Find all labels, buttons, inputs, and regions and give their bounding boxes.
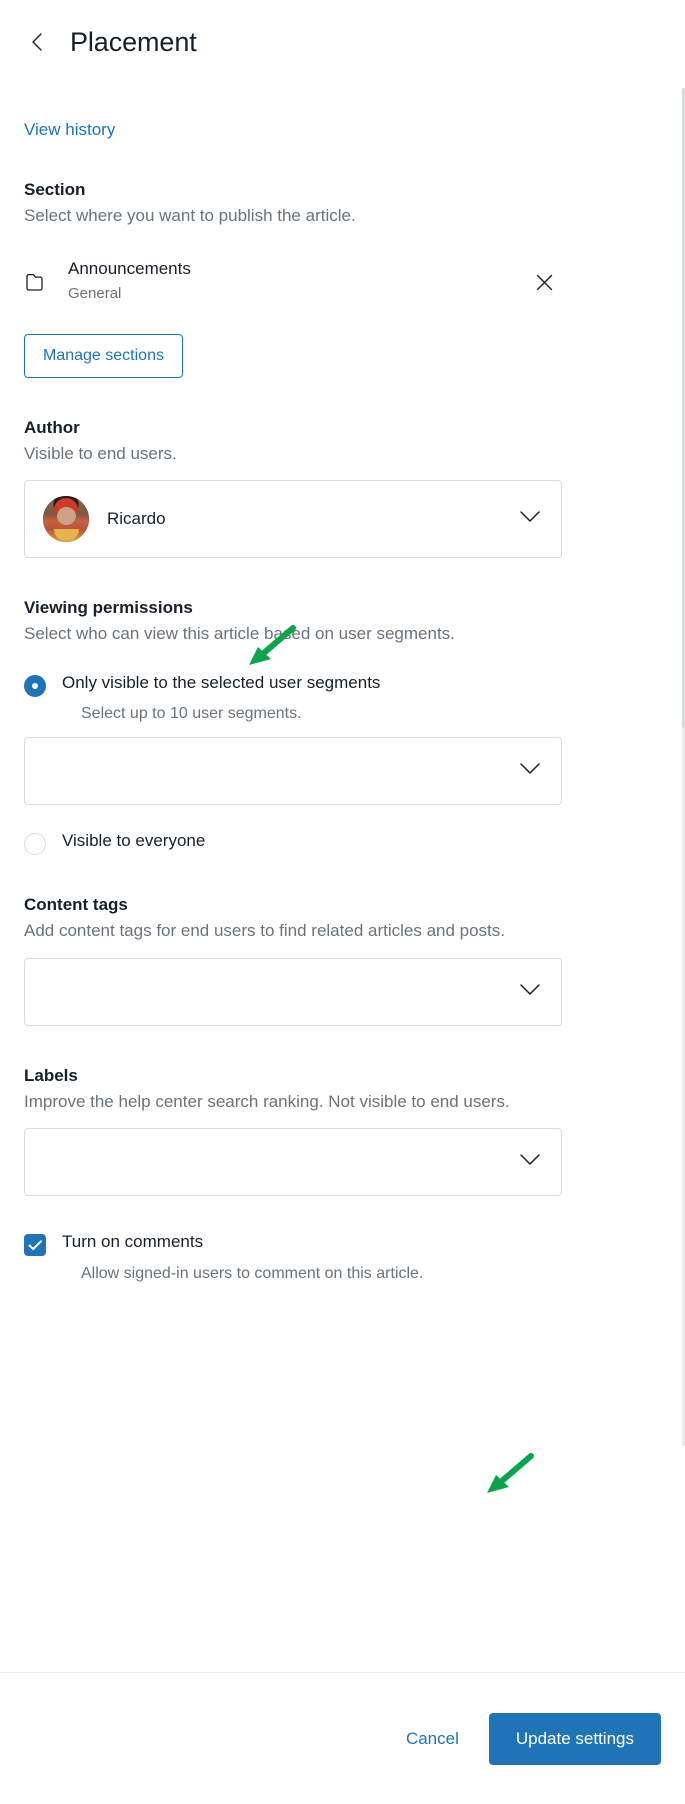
cancel-button[interactable]: Cancel	[400, 1721, 465, 1757]
chevron-down-icon	[519, 983, 541, 1001]
checkmark-icon[interactable]	[24, 1234, 46, 1257]
content-tags-heading: Content tags	[24, 894, 128, 914]
radio-selected-icon[interactable]	[24, 674, 46, 697]
user-segments-select[interactable]	[24, 736, 562, 805]
content-tags-select[interactable]	[24, 957, 562, 1026]
manage-sections-button[interactable]: Manage sections	[24, 333, 183, 378]
turn-on-comments-checkbox-row[interactable]: Turn on comments	[24, 1232, 661, 1257]
author-select[interactable]: Ricardo	[24, 480, 562, 559]
section-name: Announcements	[68, 258, 191, 278]
folder-icon	[24, 273, 50, 292]
section-text-block: Announcements General	[68, 259, 530, 302]
radio-visible-everyone-label: Visible to everyone	[62, 830, 206, 850]
chevron-down-icon	[519, 762, 541, 780]
section-description: Select where you want to publish the art…	[24, 206, 356, 225]
settings-scroll-region: View history Section Select where you wa…	[0, 88, 685, 1446]
placement-settings-panel: Placement View history Section Select wh…	[0, 0, 685, 1804]
turn-on-comments-hint: Allow signed-in users to comment on this…	[81, 1265, 424, 1283]
turn-on-comments-label: Turn on comments	[62, 1232, 204, 1252]
viewing-permissions-heading: Viewing permissions	[24, 598, 193, 618]
chevron-down-icon	[519, 1153, 541, 1171]
section-parent: General	[68, 284, 122, 302]
radio-unselected-icon[interactable]	[24, 832, 46, 855]
labels-description: Improve the help center search ranking. …	[24, 1091, 510, 1111]
green-arrow-icon	[487, 1453, 534, 1493]
view-history-link[interactable]: View history	[24, 120, 115, 140]
content-tags-description: Add content tags for end users to find r…	[24, 920, 506, 940]
panel-header: Placement	[0, 0, 685, 70]
page-title: Placement	[70, 26, 197, 57]
radio-only-selected-hint: Select up to 10 user segments.	[81, 704, 302, 722]
selected-section-row: Announcements General	[24, 259, 564, 302]
chevron-left-icon[interactable]	[24, 29, 50, 55]
radio-only-selected-segments[interactable]: Only visible to the selected user segmen…	[24, 673, 661, 697]
avatar	[43, 496, 89, 543]
radio-visible-everyone[interactable]: Visible to everyone	[24, 831, 661, 855]
chevron-down-icon	[519, 510, 541, 528]
labels-heading: Labels	[24, 1065, 78, 1085]
update-settings-button[interactable]: Update settings	[488, 1712, 661, 1765]
labels-select[interactable]	[24, 1128, 562, 1197]
viewing-permissions-description: Select who can view this article based o…	[24, 624, 455, 644]
author-name: Ricardo	[107, 509, 166, 529]
close-icon[interactable]	[530, 269, 558, 297]
author-description: Visible to end users.	[24, 443, 177, 463]
section-heading: Section	[24, 180, 86, 199]
panel-footer: Cancel Update settings	[0, 1672, 685, 1804]
radio-only-selected-label: Only visible to the selected user segmen…	[62, 672, 381, 692]
author-heading: Author	[24, 417, 80, 437]
